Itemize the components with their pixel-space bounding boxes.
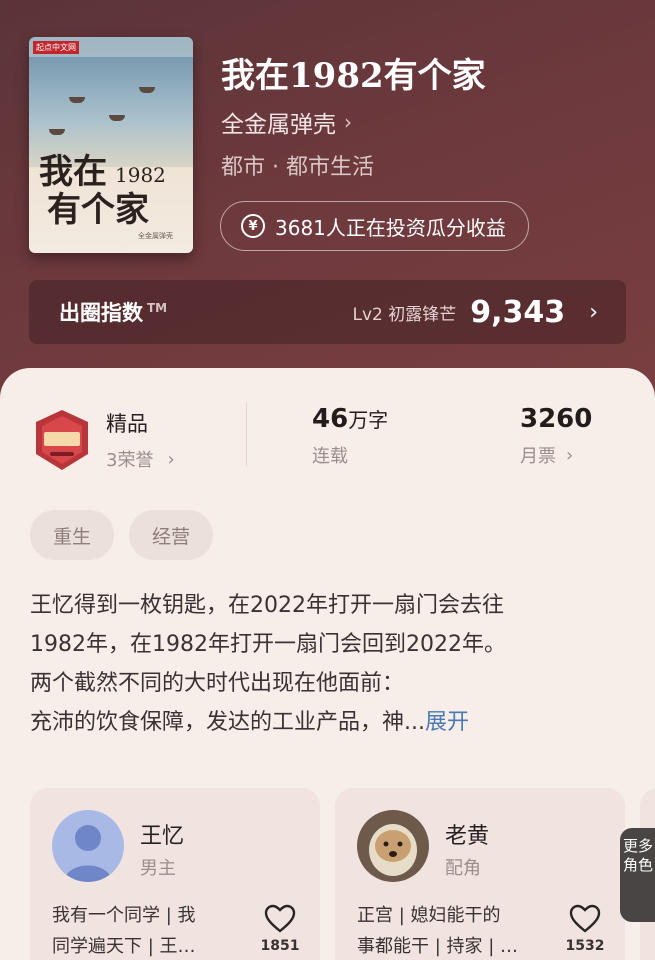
tag-chip[interactable]: 经营: [129, 510, 214, 560]
character-role: 男主: [140, 858, 176, 879]
chevron-right-icon: ›: [589, 299, 598, 325]
yen-icon: ¥: [241, 214, 265, 238]
invest-label: 3681人正在投资瓜分收益: [275, 215, 506, 240]
chevron-right-icon: ›: [566, 444, 574, 466]
character-card[interactable]: 王忆 男主 我有一个同学 | 我 同学遍天下 | 王… 1851: [30, 788, 320, 960]
quality-stat[interactable]: 精品 3荣誉 ›: [106, 408, 175, 472]
quality-title: 精品: [106, 412, 148, 436]
heart-icon[interactable]: [264, 904, 296, 934]
word-count-value: 46: [312, 404, 349, 434]
index-score: 9,343: [470, 294, 566, 330]
book-header: 起点中文网 我在 1982 有个家 全金属弹壳 我在1982有个家 全金属弹壳 …: [0, 0, 655, 420]
chevron-right-icon: ›: [167, 448, 175, 470]
cover-author: 全金属弹壳: [138, 232, 173, 240]
tag-chip[interactable]: 重生: [30, 510, 115, 560]
author-link[interactable]: 全金属弹壳 ›: [221, 105, 352, 139]
monthly-ticket-label: 月票: [520, 446, 556, 467]
monthly-ticket-value: 3260: [520, 404, 593, 434]
expand-link[interactable]: 展开: [425, 710, 469, 735]
chevron-right-icon: ›: [344, 110, 352, 134]
word-count-stat: 46万字 连载: [312, 404, 389, 467]
character-name: 王忆: [140, 824, 185, 849]
monthly-ticket-stat[interactable]: 3260 月票 ›: [520, 404, 592, 468]
tag-list: 重生 经营: [30, 510, 214, 560]
popularity-index-bar[interactable]: 出圈指数 TM Lv2 初露锋芒 9,343 ›: [29, 280, 626, 344]
character-avatar: [52, 810, 124, 882]
character-description: 正宫 | 媳妇能干的 事都能干 | 持家 | …: [357, 905, 519, 957]
cover-title: 我在 1982 有个家: [39, 152, 166, 230]
cover-illustration: [29, 57, 193, 167]
like-count: 1532: [565, 938, 605, 954]
cover-publisher-logo: 起点中文网: [33, 41, 79, 54]
invest-button[interactable]: ¥ 3681人正在投资瓜分收益: [220, 201, 529, 251]
like-count: 1851: [260, 938, 300, 954]
stat-divider: [246, 402, 247, 466]
book-description: 王忆得到一枚钥匙，在2022年打开一扇门会去往 1982年，在1982年打开一扇…: [30, 593, 506, 735]
character-role: 配角: [445, 858, 481, 879]
word-count-label: 连载: [312, 446, 348, 467]
book-title: 我在1982有个家: [221, 56, 486, 96]
character-card[interactable]: 老黄 配角 正宫 | 媳妇能干的 事都能干 | 持家 | … 1532: [335, 788, 625, 960]
heart-icon[interactable]: [569, 904, 601, 934]
character-avatar: [357, 810, 429, 882]
book-cover[interactable]: 起点中文网 我在 1982 有个家 全金属弹壳: [29, 37, 193, 253]
quality-honors: 3荣誉: [106, 450, 154, 471]
character-description: 我有一个同学 | 我 同学遍天下 | 王…: [52, 905, 196, 957]
quality-badge-icon[interactable]: [30, 408, 94, 472]
book-genre: 都市 · 都市生活: [221, 155, 374, 180]
author-name: 全金属弹壳: [221, 112, 336, 138]
book-detail-sheet: 精品 3荣誉 › 46万字 连载 3260 月票 › 重生 经营 王忆得到一枚钥匙，…: [0, 368, 655, 960]
index-level: Lv2 初露锋芒: [352, 304, 457, 325]
character-name: 老黄: [445, 824, 490, 849]
index-label: 出圈指数 TM: [59, 301, 168, 325]
more-characters-button[interactable]: 更多角色: [620, 828, 655, 922]
